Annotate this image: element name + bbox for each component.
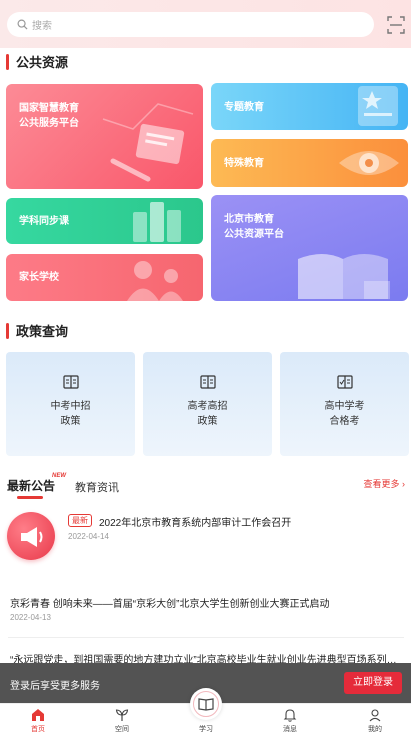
eye-icon: [339, 151, 399, 175]
policy-card-line2: 政策: [197, 416, 218, 427]
card-special-topic[interactable]: 专题教育: [211, 83, 408, 130]
policy-card-line1: 高中学考: [324, 401, 365, 412]
bottom-tab-bar: 首页 空间 学习 消息 我的: [0, 688, 411, 733]
book-document-icon: [200, 375, 216, 389]
sprout-icon: [115, 709, 129, 721]
section-accent-bar: [6, 322, 9, 339]
card-special-education-label: 特殊教育: [224, 158, 264, 169]
megaphone-icon: [7, 512, 55, 560]
tab-home[interactable]: 首页: [8, 704, 68, 733]
card-subject-sync[interactable]: 学科同步课: [6, 198, 203, 244]
scan-icon[interactable]: [387, 16, 405, 34]
tab-active-underline: [17, 496, 43, 499]
login-banner-text: 登录后享受更多服务: [10, 681, 100, 692]
search-icon: [17, 19, 28, 30]
chevron-right-icon: ›: [402, 479, 405, 489]
news-date: 2022-04-14: [68, 532, 109, 541]
tab-mine[interactable]: 我的: [345, 704, 405, 733]
policy-card-gaokao[interactable]: 高考高招 政策: [143, 352, 272, 456]
section-accent-bar: [6, 53, 9, 70]
books-icon: [133, 202, 181, 242]
tab-home-label: 首页: [31, 726, 45, 733]
top-bar: 搜索: [0, 0, 411, 48]
card-beijing-platform-line1: 北京市教育: [224, 214, 274, 225]
tab-messages-label: 消息: [283, 726, 297, 733]
policy-card-line1: 高考高招: [187, 401, 228, 412]
news-date: 2022-04-13: [10, 613, 51, 622]
view-more-label: 查看更多: [363, 479, 400, 489]
family-icon: [127, 261, 183, 301]
login-button[interactable]: 立即登录: [344, 672, 402, 694]
policy-card-zhongkao[interactable]: 中考中招 政策: [6, 352, 135, 456]
open-book-icon: [298, 254, 390, 299]
news-item[interactable]: “永远跟党走，到祖国需要的地方建功立业”北京高校毕业生就业创业先进典型百场系列宣…: [0, 648, 411, 663]
tab-education-news[interactable]: 教育资讯: [75, 479, 119, 495]
policy-card-line1: 中考中招: [50, 401, 91, 412]
user-icon: [369, 709, 381, 722]
card-beijing-platform-line2: 公共资源平台: [224, 229, 284, 240]
card-national-platform-line2: 公共服务平台: [19, 118, 79, 129]
tab-space-label: 空间: [115, 726, 129, 733]
section-title-text: 政策查询: [16, 324, 69, 339]
tab-study-label: 学习: [199, 726, 213, 733]
news-item[interactable]: 京彩青春 创响未来——首届“京彩大创”北京大学生创新创业大赛正式启动 2022-…: [0, 592, 411, 632]
book-check-icon: [337, 375, 353, 389]
book-document-icon: [63, 375, 79, 389]
card-beijing-platform[interactable]: 北京市教育 公共资源平台: [211, 195, 408, 301]
documents-illustration-icon: [102, 103, 194, 182]
card-special-topic-label: 专题教育: [224, 102, 264, 113]
tab-latest-announcements[interactable]: 最新公告: [7, 477, 56, 499]
policy-card-xuekao[interactable]: 高中学考 合格考: [280, 352, 409, 456]
study-center-button: [190, 688, 222, 720]
news-item[interactable]: 最新 2022年北京市教育系统内部审计工作会召开 2022-04-14: [0, 508, 411, 574]
section-title-public-resources: 公共资源: [6, 52, 68, 71]
tab-latest-label: 最新公告: [7, 479, 56, 493]
view-more-link[interactable]: 查看更多 ›: [363, 477, 405, 490]
card-national-platform[interactable]: 国家智慧教育 公共服务平台: [6, 84, 203, 189]
search-placeholder: 搜索: [32, 21, 52, 32]
card-national-platform-line1: 国家智慧教育: [19, 103, 79, 114]
tab-messages[interactable]: 消息: [260, 704, 320, 733]
card-parent-school-label: 家长学校: [19, 272, 59, 283]
star-document-icon: [358, 86, 398, 126]
search-input[interactable]: 搜索: [7, 12, 374, 37]
tab-mine-label: 我的: [368, 726, 382, 733]
policy-card-line2: 合格考: [329, 416, 360, 427]
news-title: 2022年北京市教育系统内部审计工作会召开: [99, 518, 292, 529]
app-screen: 搜索 公共资源 国家智慧教育 公共服务平台 专题教育 特殊教育 学科同步课 北京…: [0, 0, 411, 733]
tab-space[interactable]: 空间: [92, 704, 152, 733]
tab-study[interactable]: 学习: [176, 688, 236, 733]
news-tag-latest: 最新: [68, 514, 92, 527]
policy-card-line2: 政策: [60, 416, 81, 427]
section-title-text: 公共资源: [16, 55, 69, 70]
new-badge: NEW: [52, 473, 66, 479]
card-subject-sync-label: 学科同步课: [19, 216, 69, 227]
news-title: 京彩青春 创响未来——首届“京彩大创”北京大学生创新创业大赛正式启动: [10, 599, 330, 610]
card-parent-school[interactable]: 家长学校: [6, 254, 203, 301]
section-title-policy-query: 政策查询: [6, 321, 68, 340]
home-icon: [32, 709, 44, 721]
bell-icon: [283, 709, 297, 722]
news-divider: [8, 637, 404, 638]
news-tabs: 最新公告 NEW 教育资讯 查看更多 ›: [7, 473, 405, 499]
news-title: “永远跟党走，到祖国需要的地方建功立业”北京高校毕业生就业创业先进典型百场系列宣…: [10, 655, 402, 663]
book-icon: [198, 698, 214, 711]
card-special-education[interactable]: 特殊教育: [211, 139, 408, 187]
